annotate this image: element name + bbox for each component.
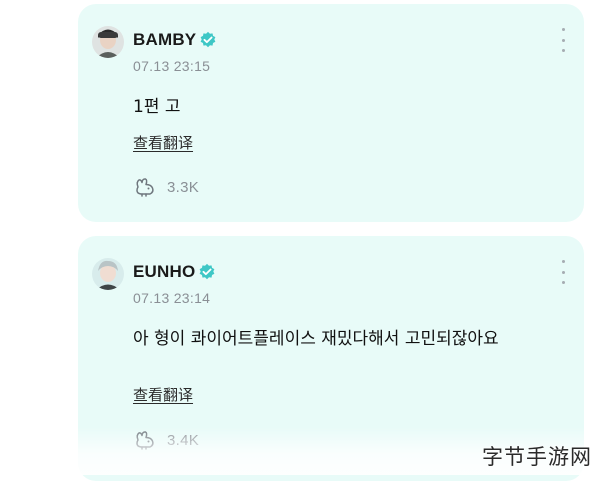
post-timestamp: 07.13 23:15 [133,58,211,74]
verified-badge-icon [200,263,215,280]
verified-badge-icon [200,31,216,48]
author-name[interactable]: EUNHO [133,262,195,282]
post-timestamp: 07.13 23:14 [133,290,211,306]
avatar-photo-icon [92,258,124,290]
like-count: 3.4K [167,431,200,449]
user-avatar[interactable] [92,26,124,58]
translate-link[interactable]: 查看翻译 [133,384,193,405]
like-button[interactable]: 3.4K [133,429,199,451]
more-vertical-icon[interactable] [558,28,568,52]
like-button[interactable]: 3.3K [133,176,199,198]
more-vertical-icon[interactable] [558,260,568,284]
comment-feed: BAMBY 07.13 23:15 1편 고 查看翻译 3.3K EUNHO 0… [0,0,600,481]
bunny-like-icon [136,178,154,197]
avatar-photo-icon [92,26,124,58]
translate-link[interactable]: 查看翻译 [133,132,193,153]
author-row: EUNHO [133,260,216,284]
comment-card: BAMBY 07.13 23:15 1편 고 查看翻译 3.3K [78,4,584,222]
author-row: BAMBY [133,28,217,52]
post-text: 1편 고 [133,97,181,117]
author-name[interactable]: BAMBY [133,30,196,50]
site-watermark: 字节手游网 [482,445,592,469]
bunny-like-icon [136,431,154,450]
user-avatar[interactable] [92,258,124,290]
like-count: 3.3K [167,178,200,196]
post-text: 아 형이 콰이어트플레이스 재밌다해서 고민되잖아요 [133,329,499,349]
